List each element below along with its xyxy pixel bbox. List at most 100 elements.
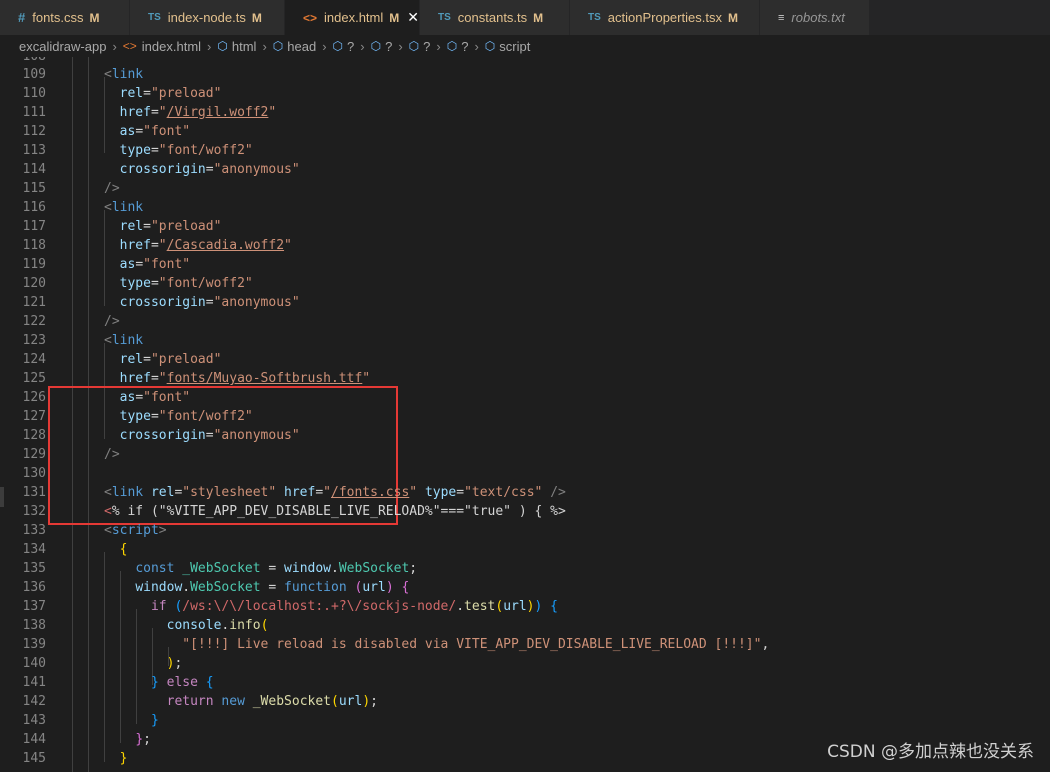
code-line[interactable]: 109 <link bbox=[0, 65, 1050, 84]
tab-robots-txt[interactable]: ≡ robots.txt bbox=[760, 0, 870, 35]
code-line[interactable]: 118 href="/Cascadia.woff2" bbox=[0, 236, 1050, 255]
code-line[interactable]: 113 type="font/woff2" bbox=[0, 141, 1050, 160]
code-line[interactable]: 112 as="font" bbox=[0, 122, 1050, 141]
breadcrumb-item[interactable]: ? bbox=[423, 39, 430, 54]
line-number: 127 bbox=[22, 409, 46, 424]
code-text: } else { bbox=[150, 675, 214, 690]
code-text: const _WebSocket = window.WebSocket; bbox=[135, 561, 418, 576]
code-text: { bbox=[119, 542, 128, 557]
code-line[interactable]: 126 as="font" bbox=[0, 388, 1050, 407]
html-file-icon: <> bbox=[122, 39, 137, 53]
chevron-right-icon: › bbox=[436, 38, 441, 54]
code-line[interactable]: 121 crossorigin="anonymous" bbox=[0, 293, 1050, 312]
code-text: as="font" bbox=[119, 124, 191, 139]
code-line[interactable]: 116 <link bbox=[0, 198, 1050, 217]
line-number: 136 bbox=[22, 580, 46, 595]
code-line[interactable]: 132 <% if ("%VITE_APP_DEV_DISABLE_LIVE_RE… bbox=[0, 502, 1050, 521]
code-text: as="font" bbox=[119, 257, 191, 272]
code-text: href="fonts/Muyao-Softbrush.ttf" bbox=[119, 371, 371, 386]
code-line[interactable]: 114 crossorigin="anonymous" bbox=[0, 160, 1050, 179]
line-number: 124 bbox=[22, 352, 46, 367]
code-line[interactable]: 143 } bbox=[0, 711, 1050, 730]
chevron-right-icon: › bbox=[322, 38, 327, 54]
modified-badge: M bbox=[727, 10, 738, 25]
code-line[interactable]: 111 href="/Virgil.woff2" bbox=[0, 103, 1050, 122]
breadcrumb-item[interactable]: excalidraw-app bbox=[19, 39, 106, 54]
modified-badge: M bbox=[389, 10, 400, 25]
chevron-right-icon: › bbox=[207, 38, 212, 54]
modified-badge: M bbox=[251, 10, 262, 25]
code-text: crossorigin="anonymous" bbox=[119, 295, 300, 310]
line-number: 133 bbox=[22, 523, 46, 538]
symbol-element-icon: ⬡ bbox=[446, 39, 458, 53]
code-line[interactable]: 140 ); bbox=[0, 654, 1050, 673]
code-line[interactable]: 119 as="font" bbox=[0, 255, 1050, 274]
code-line[interactable]: 142 return new _WebSocket(url); bbox=[0, 692, 1050, 711]
code-line[interactable]: 123 <link bbox=[0, 331, 1050, 350]
code-text: /> bbox=[104, 447, 120, 462]
code-line[interactable]: 115 /> bbox=[0, 179, 1050, 198]
code-line[interactable]: 129 /> bbox=[0, 445, 1050, 464]
code-text: }; bbox=[135, 732, 151, 747]
code-line[interactable]: 127 type="font/woff2" bbox=[0, 407, 1050, 426]
code-text: "[!!!] Live reload is disabled via VITE_… bbox=[182, 637, 770, 652]
code-line[interactable]: 120 type="font/woff2" bbox=[0, 274, 1050, 293]
code-editor[interactable]: 108 109<link110 rel="preload"111 href="/… bbox=[0, 57, 1050, 772]
code-line[interactable]: 137 if (/ws:\/\/localhost:.+?\/sockjs-no… bbox=[0, 597, 1050, 616]
symbol-element-icon: ⬡ bbox=[272, 39, 284, 53]
breadcrumb-item[interactable]: head bbox=[287, 39, 316, 54]
ts-file-icon: TS bbox=[148, 12, 161, 23]
code-line[interactable]: 131 <link rel="stylesheet" href="/fonts.c… bbox=[0, 483, 1050, 502]
tab-fonts-css[interactable]: # fonts.css M bbox=[0, 0, 130, 35]
code-text: /> bbox=[104, 181, 120, 196]
line-number: 131 bbox=[22, 485, 46, 500]
code-line[interactable]: 125 href="fonts/Muyao-Softbrush.ttf" bbox=[0, 369, 1050, 388]
code-line[interactable]: 124 rel="preload" bbox=[0, 350, 1050, 369]
line-number: 109 bbox=[22, 67, 46, 82]
breadcrumb-item[interactable]: html bbox=[232, 39, 257, 54]
ts-file-icon: TS bbox=[438, 12, 451, 23]
breadcrumb-item[interactable]: index.html bbox=[142, 39, 201, 54]
code-text: crossorigin="anonymous" bbox=[119, 162, 300, 177]
line-number: 134 bbox=[22, 542, 46, 557]
tab-index-node-ts[interactable]: TS index-node.ts M bbox=[130, 0, 285, 35]
breadcrumb-item[interactable]: script bbox=[499, 39, 530, 54]
tab-index-html[interactable]: <> index.html M ✕ bbox=[285, 0, 420, 35]
code-text: <script> bbox=[104, 523, 167, 538]
line-number: 110 bbox=[22, 86, 46, 101]
code-text: if (/ws:\/\/localhost:.+?\/sockjs-node/.… bbox=[150, 599, 558, 614]
code-line[interactable]: 130 bbox=[0, 464, 1050, 483]
breadcrumb-item[interactable]: ? bbox=[347, 39, 354, 54]
code-line[interactable]: 117 rel="preload" bbox=[0, 217, 1050, 236]
code-line[interactable]: 133 <script> bbox=[0, 521, 1050, 540]
code-line[interactable]: 128 crossorigin="anonymous" bbox=[0, 426, 1050, 445]
close-icon[interactable]: ✕ bbox=[407, 9, 419, 26]
line-number: 139 bbox=[22, 637, 46, 652]
line-number: 145 bbox=[22, 751, 46, 766]
tab-constants-ts[interactable]: TS constants.ts M bbox=[420, 0, 570, 35]
code-text: type="font/woff2" bbox=[119, 409, 253, 424]
tab-label: actionProperties.tsx bbox=[607, 10, 722, 25]
code-text: console.info( bbox=[166, 618, 269, 633]
code-line[interactable]: 135 const _WebSocket = window.WebSocket; bbox=[0, 559, 1050, 578]
line-number: 117 bbox=[22, 219, 46, 234]
code-line[interactable]: 139 "[!!!] Live reload is disabled via V… bbox=[0, 635, 1050, 654]
tab-actionProperties-tsx[interactable]: TS actionProperties.tsx M bbox=[570, 0, 760, 35]
code-line[interactable]: 122 /> bbox=[0, 312, 1050, 331]
code-line[interactable]: 110 rel="preload" bbox=[0, 84, 1050, 103]
symbol-element-icon: ⬡ bbox=[484, 39, 496, 53]
code-text: <link bbox=[104, 200, 144, 215]
chevron-right-icon: › bbox=[398, 38, 403, 54]
code-line[interactable]: 136 window.WebSocket = function (url) { bbox=[0, 578, 1050, 597]
breadcrumb-item[interactable]: ? bbox=[461, 39, 468, 54]
breadcrumb-item[interactable]: ? bbox=[385, 39, 392, 54]
line-number: 112 bbox=[22, 124, 46, 139]
code-line[interactable]: 134 { bbox=[0, 540, 1050, 559]
code-line[interactable]: 138 console.info( bbox=[0, 616, 1050, 635]
symbol-element-icon: ⬡ bbox=[332, 39, 344, 53]
line-number: 114 bbox=[22, 162, 46, 177]
code-line[interactable]: 141 } else { bbox=[0, 673, 1050, 692]
code-text: window.WebSocket = function (url) { bbox=[135, 580, 410, 595]
tab-label: constants.ts bbox=[457, 10, 528, 25]
symbol-element-icon: ⬡ bbox=[408, 39, 420, 53]
